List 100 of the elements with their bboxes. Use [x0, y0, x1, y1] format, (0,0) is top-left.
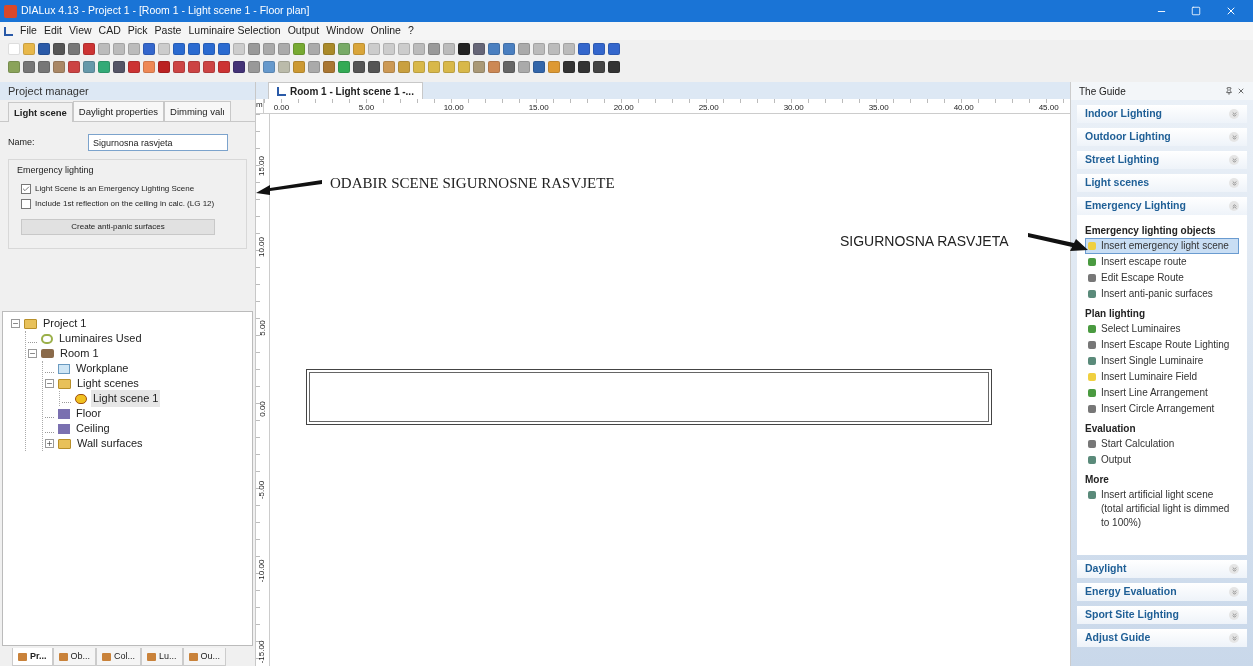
panel-tab[interactable]: Ob...: [52, 648, 97, 666]
collapse-icon[interactable]: [28, 349, 37, 358]
tree-item[interactable]: Workplane: [74, 360, 131, 377]
menu-item[interactable]: Window: [326, 23, 364, 39]
toolbar-icon[interactable]: [218, 61, 230, 73]
menu-item[interactable]: Luminaire Selection: [188, 23, 281, 39]
toolbar-icon[interactable]: [368, 61, 380, 73]
toolbar-icon[interactable]: [608, 43, 620, 55]
guide-item[interactable]: Output: [1085, 452, 1239, 468]
expand-icon[interactable]: [45, 439, 54, 448]
tab[interactable]: Daylight properties: [72, 101, 164, 121]
toolbar-icon[interactable]: [473, 43, 485, 55]
guide-item[interactable]: Insert artificial light scene (total artificial light is dimmed to 100%): [1085, 487, 1239, 531]
menu-item[interactable]: Edit: [43, 23, 62, 39]
toolbar-icon[interactable]: [113, 61, 125, 73]
tree-item[interactable]: Room 1: [58, 345, 101, 362]
toolbar-icon[interactable]: [233, 61, 245, 73]
surface-icon: [58, 408, 70, 419]
guide-item[interactable]: Insert escape route: [1085, 254, 1239, 270]
toolbar-icon[interactable]: [143, 43, 155, 55]
collapse-icon[interactable]: [45, 379, 54, 388]
menu-item[interactable]: CAD: [98, 23, 121, 39]
name-input[interactable]: Sigurnosna rasvjeta: [88, 134, 228, 151]
panel-tab[interactable]: Ou...: [182, 648, 227, 666]
toolbar-icon[interactable]: [68, 61, 80, 73]
toolbar-icon[interactable]: [563, 61, 575, 73]
panel-tab[interactable]: Lu...: [141, 648, 183, 666]
tree-item[interactable]: Wall surfaces: [75, 435, 145, 452]
toolbar-icon[interactable]: [173, 43, 185, 55]
guide-item[interactable]: Insert Luminaire Field: [1085, 369, 1239, 385]
menu-item[interactable]: View: [69, 23, 92, 39]
collapse-icon[interactable]: [11, 319, 20, 328]
toolbar-icon[interactable]: [593, 43, 605, 55]
guide-item[interactable]: Insert Line Arrangement: [1085, 385, 1239, 401]
toolbar-icon[interactable]: [158, 61, 170, 73]
annotation: SIGURNOSNA RASVJETA: [840, 232, 1009, 251]
toolbar-icon[interactable]: [203, 43, 215, 55]
toolbar-icon[interactable]: [83, 43, 95, 55]
section-header[interactable]: Light scenes: [1077, 174, 1247, 192]
menu-item[interactable]: Online: [370, 23, 401, 39]
create-surfaces-button[interactable]: Create anti-panic surfaces: [21, 218, 215, 235]
toolbar-icon[interactable]: [188, 43, 200, 55]
toolbar-icon[interactable]: [53, 43, 65, 55]
tab[interactable]: Light scene: [8, 102, 73, 122]
section-header[interactable]: Adjust Guide: [1077, 629, 1247, 647]
document-tab[interactable]: Room 1 - Light scene 1 -...: [268, 82, 423, 99]
toolbar-icon[interactable]: [128, 61, 140, 73]
section-header[interactable]: Indoor Lighting: [1077, 105, 1247, 123]
guide-item[interactable]: Insert Escape Route Lighting: [1085, 337, 1239, 353]
toolbar-icon[interactable]: [533, 61, 545, 73]
toolbar-icon[interactable]: [38, 61, 50, 73]
menu-item[interactable]: ?: [407, 23, 414, 39]
toolbar-icon[interactable]: [38, 43, 50, 55]
guide-item[interactable]: Insert anti-panic surfaces: [1085, 286, 1239, 302]
menu-item[interactable]: Paste: [154, 23, 182, 39]
tab[interactable]: Dimming valı: [164, 101, 231, 121]
guide-item[interactable]: Insert Single Luminaire: [1085, 353, 1239, 369]
panel-tab[interactable]: Col...: [96, 648, 142, 666]
section-header[interactable]: Outdoor Lighting: [1077, 128, 1247, 146]
menu-item[interactable]: Output: [287, 23, 320, 39]
checkbox-label: Include 1st reflection on the ceiling in calc. (LG 12): [35, 198, 215, 210]
toolbar-icon[interactable]: [188, 61, 200, 73]
tree-item[interactable]: Light scenes: [75, 375, 141, 392]
guide-item[interactable]: Insert emergency light scene: [1085, 238, 1239, 254]
section-header[interactable]: Street Lighting: [1077, 151, 1247, 169]
toolbar-icon[interactable]: [203, 61, 215, 73]
toolbar-icon[interactable]: [503, 61, 515, 73]
checkbox[interactable]: [21, 184, 31, 194]
toolbar-icon[interactable]: [23, 61, 35, 73]
tree-item[interactable]: Floor: [74, 405, 104, 422]
menu-item[interactable]: File: [20, 23, 37, 39]
pin-icon[interactable]: [1225, 87, 1233, 95]
tree-item[interactable]: Ceiling: [74, 420, 112, 437]
guide-item[interactable]: Select Luminaires: [1085, 321, 1239, 337]
toolbar-icon[interactable]: [578, 61, 590, 73]
toolbar-icon[interactable]: [608, 61, 620, 73]
toolbar-icon[interactable]: [353, 61, 365, 73]
toolbar-icon[interactable]: [218, 43, 230, 55]
checkbox[interactable]: [21, 199, 31, 209]
toolbar-icon[interactable]: [578, 43, 590, 55]
toolbar-icon[interactable]: [68, 43, 80, 55]
expand-icon: [1229, 109, 1239, 119]
maximize-icon[interactable]: [1191, 6, 1201, 16]
panel-tab[interactable]: Pr...: [12, 648, 53, 666]
close-icon[interactable]: [1225, 5, 1237, 17]
tree-item[interactable]: Light scene 1: [91, 390, 161, 407]
toolbar-icon[interactable]: [458, 43, 470, 55]
toolbar-icon[interactable]: [173, 61, 185, 73]
guide-item[interactable]: Start Calculation: [1085, 436, 1239, 452]
toolbar-icon[interactable]: [593, 61, 605, 73]
section-header[interactable]: Sport Site Lighting: [1077, 606, 1247, 624]
section-header[interactable]: Energy Evaluation: [1077, 583, 1247, 601]
section-header[interactable]: Daylight: [1077, 560, 1247, 578]
close-icon[interactable]: [1237, 87, 1245, 95]
tree-item[interactable]: Luminaires Used: [57, 330, 144, 347]
guide-item[interactable]: Edit Escape Route: [1085, 270, 1239, 286]
section-header[interactable]: Emergency Lighting: [1077, 197, 1247, 215]
guide-item[interactable]: Insert Circle Arrangement: [1085, 401, 1239, 417]
menu-item[interactable]: Pick: [127, 23, 148, 39]
tree-item[interactable]: Project 1: [41, 315, 89, 332]
